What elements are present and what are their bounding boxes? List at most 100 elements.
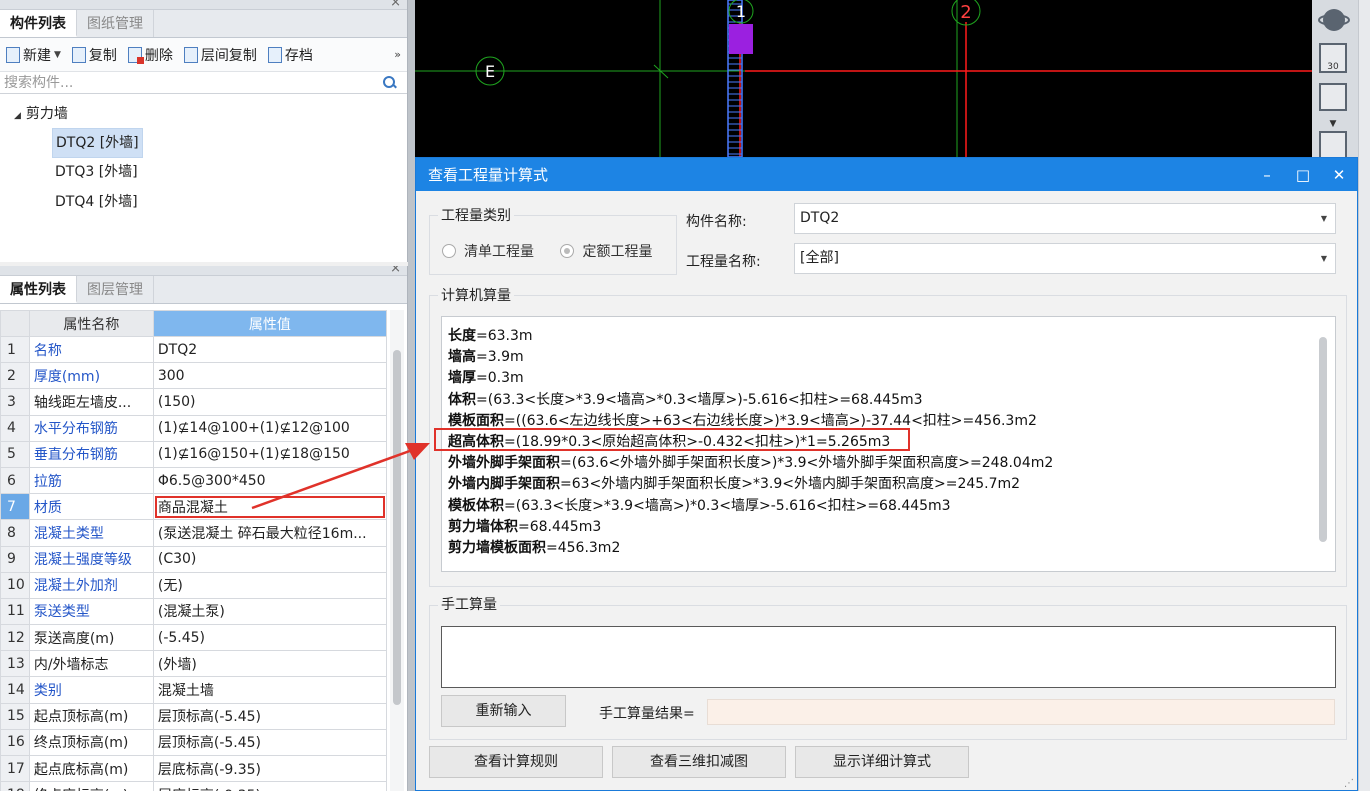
- property-value[interactable]: 商品混凝土: [152, 493, 388, 521]
- close-icon[interactable]: ×: [390, 0, 401, 10]
- property-scrollbar[interactable]: [390, 310, 404, 791]
- property-value[interactable]: 300: [152, 362, 388, 390]
- component-name-select[interactable]: DTQ2 ▼: [794, 203, 1336, 234]
- table-row[interactable]: 6 拉筋 Φ6.5@300*450: [0, 466, 388, 495]
- cad-canvas[interactable]: 1 2 E: [415, 0, 1312, 157]
- property-value[interactable]: (外墙): [152, 650, 388, 678]
- reenter-button[interactable]: 重新输入: [441, 695, 566, 727]
- table-row[interactable]: 13 内/外墙标志 (外墙): [0, 650, 388, 678]
- cube-view-icon[interactable]: [1319, 83, 1347, 111]
- table-row[interactable]: 1 名称 DTQ2: [0, 335, 388, 364]
- property-value[interactable]: 层底标高(-9.35): [152, 754, 388, 783]
- property-value[interactable]: 混凝土墙: [152, 676, 388, 704]
- row-number[interactable]: 8: [0, 519, 30, 547]
- property-value[interactable]: (混凝土泵): [152, 597, 388, 626]
- maximize-icon[interactable]: □: [1285, 166, 1321, 184]
- minimize-icon[interactable]: –: [1249, 166, 1285, 184]
- scrollbar-thumb[interactable]: [393, 350, 401, 705]
- property-value[interactable]: (-5.45): [152, 624, 388, 652]
- search-icon[interactable]: [381, 74, 399, 92]
- dialog-titlebar[interactable]: 查看工程量计算式 – □ ✕: [416, 158, 1357, 191]
- manual-calc-textarea[interactable]: [441, 626, 1336, 688]
- view-3d-deduction-button[interactable]: 查看三维扣减图: [612, 746, 786, 778]
- property-value[interactable]: (1)⊈14@100+(1)⊈12@100: [152, 414, 388, 442]
- radio-quota-quantity[interactable]: 定额工程量: [560, 241, 652, 261]
- close-icon[interactable]: ×: [390, 266, 401, 276]
- delete-button[interactable]: 删除: [127, 45, 173, 65]
- manual-result-field[interactable]: [707, 699, 1335, 725]
- chevron-down-icon[interactable]: ▼: [1321, 204, 1327, 233]
- table-row[interactable]: 10 混凝土外加剂 (无): [0, 571, 388, 599]
- calc-scrollbar-thumb[interactable]: [1319, 337, 1327, 542]
- archive-button[interactable]: 存档: [267, 45, 313, 65]
- close-icon[interactable]: ✕: [1321, 166, 1357, 184]
- quantity-name-select[interactable]: [全部] ▼: [794, 243, 1336, 274]
- tab-drawing-management[interactable]: 图纸管理: [77, 10, 154, 37]
- table-row[interactable]: 5 垂直分布钢筋 (1)⊈16@150+(1)⊈18@150: [0, 440, 388, 468]
- row-number[interactable]: 1: [0, 335, 30, 364]
- sphere-view-icon[interactable]: [1323, 9, 1345, 31]
- table-row[interactable]: 15 起点顶标高(m) 层顶标高(-5.45): [0, 702, 388, 730]
- row-number[interactable]: 12: [0, 624, 30, 652]
- row-number[interactable]: 6: [0, 466, 30, 495]
- show-detail-formula-button[interactable]: 显示详细计算式: [795, 746, 969, 778]
- resize-grip-icon[interactable]: ⋰: [1344, 778, 1354, 789]
- copy-button[interactable]: 复制: [71, 45, 117, 65]
- box-view-icon[interactable]: [1319, 131, 1347, 159]
- tree-root-shear-wall[interactable]: ◢ 剪力墙: [0, 100, 407, 128]
- row-number[interactable]: 5: [0, 440, 30, 468]
- radio-circle[interactable]: [442, 244, 456, 258]
- tree-item[interactable]: DTQ2 [外墙]: [0, 128, 407, 158]
- property-value[interactable]: (无): [152, 571, 388, 599]
- splitter[interactable]: [408, 0, 415, 791]
- property-value[interactable]: 层底标高(-9.35): [152, 781, 388, 791]
- row-number[interactable]: 3: [0, 388, 30, 416]
- row-number[interactable]: 4: [0, 414, 30, 442]
- chevron-down-icon[interactable]: ▼: [1321, 244, 1327, 273]
- row-number[interactable]: 17: [0, 754, 30, 783]
- new-button[interactable]: 新建 ▼: [6, 45, 61, 65]
- tree-item[interactable]: DTQ4 [外墙]: [0, 188, 407, 218]
- chevron-down-icon[interactable]: ▼: [1330, 119, 1337, 129]
- table-row[interactable]: 12 泵送高度(m) (-5.45): [0, 624, 388, 652]
- radio-bill-quantity[interactable]: 清单工程量: [442, 241, 534, 261]
- property-value[interactable]: (1)⊈16@150+(1)⊈18@150: [152, 440, 388, 468]
- expand-triangle-icon[interactable]: ◢: [14, 111, 21, 121]
- more-icon[interactable]: »: [394, 48, 401, 61]
- table-row[interactable]: 11 泵送类型 (混凝土泵): [0, 597, 388, 626]
- row-number[interactable]: 10: [0, 571, 30, 599]
- property-value[interactable]: 层顶标高(-5.45): [152, 728, 388, 757]
- row-number[interactable]: 11: [0, 597, 30, 626]
- table-row[interactable]: 9 混凝土强度等级 (C30): [0, 545, 388, 573]
- property-value[interactable]: (C30): [152, 545, 388, 573]
- row-number[interactable]: 13: [0, 650, 30, 678]
- tree-item[interactable]: DTQ3 [外墙]: [0, 158, 407, 188]
- view-calc-rules-button[interactable]: 查看计算规则: [429, 746, 603, 778]
- property-value[interactable]: DTQ2: [152, 335, 388, 364]
- tab-property-list[interactable]: 属性列表: [0, 276, 77, 303]
- property-value[interactable]: (泵送混凝土 碎石最大粒径16m...: [152, 519, 388, 547]
- property-value[interactable]: (150): [152, 388, 388, 416]
- table-row[interactable]: 16 终点顶标高(m) 层顶标高(-5.45): [0, 728, 388, 757]
- table-row[interactable]: 7 材质 商品混凝土: [0, 493, 388, 521]
- radio-circle[interactable]: [560, 244, 575, 258]
- table-row[interactable]: 4 水平分布钢筋 (1)⊈14@100+(1)⊈12@100: [0, 414, 388, 442]
- table-row[interactable]: 14 类别 混凝土墙: [0, 676, 388, 704]
- row-number[interactable]: 9: [0, 545, 30, 573]
- row-number[interactable]: 15: [0, 702, 30, 730]
- search-input[interactable]: [0, 72, 381, 93]
- row-number[interactable]: 2: [0, 362, 30, 390]
- tab-layer-management[interactable]: 图层管理: [77, 276, 154, 303]
- table-row[interactable]: 18终点底标高(m)层底标高(-9.35): [0, 781, 388, 791]
- tab-component-list[interactable]: 构件列表: [0, 10, 77, 37]
- row-number[interactable]: 14: [0, 676, 30, 704]
- property-value[interactable]: 层顶标高(-5.45): [152, 702, 388, 730]
- table-row[interactable]: 3 轴线距左墙皮... (150): [0, 388, 388, 416]
- row-number[interactable]: 16: [0, 728, 30, 757]
- row-number[interactable]: 18: [0, 781, 30, 791]
- row-number[interactable]: 7: [0, 493, 30, 521]
- property-value[interactable]: Φ6.5@300*450: [152, 466, 388, 495]
- floor-copy-button[interactable]: 层间复制: [183, 45, 257, 65]
- table-row[interactable]: 2 厚度(mm) 300: [0, 362, 388, 390]
- table-row[interactable]: 17 起点底标高(m) 层底标高(-9.35): [0, 754, 388, 783]
